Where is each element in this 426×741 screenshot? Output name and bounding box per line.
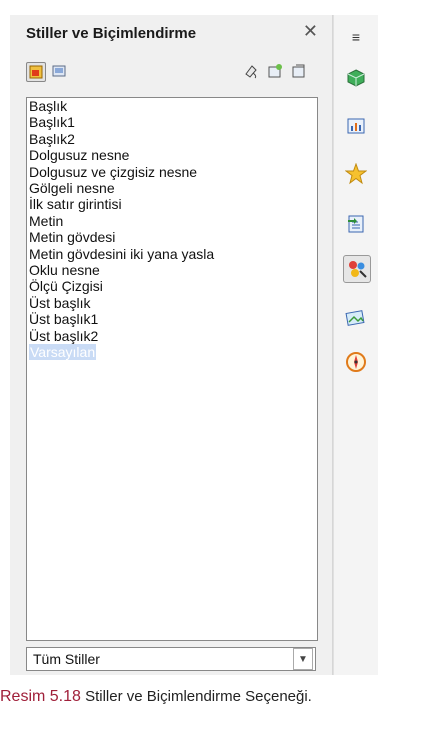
list-item[interactable]: Ölçü Çizgisi <box>27 278 317 294</box>
new-style-from-selection-icon[interactable] <box>266 62 284 80</box>
chevron-down-icon[interactable]: ▼ <box>293 648 313 670</box>
style-list[interactable]: Başlık Başlık1 Başlık2 Dolgusuz nesne Do… <box>26 97 318 641</box>
sidebar-menu-icon[interactable]: ≡ <box>348 29 364 45</box>
list-item[interactable]: Üst başlık2 <box>27 328 317 344</box>
panel-title: Stiller ve Biçimlendirme <box>26 25 197 42</box>
list-item[interactable]: Başlık <box>27 98 317 114</box>
list-item[interactable]: Dolgusuz nesne <box>27 147 317 163</box>
list-item[interactable]: Dolgusuz ve çizgisiz nesne <box>27 164 317 180</box>
list-item[interactable]: Başlık1 <box>27 114 317 130</box>
styles-and-formatting-icon[interactable] <box>343 255 371 283</box>
custom-animation-icon[interactable] <box>343 161 369 187</box>
list-item[interactable]: Üst başlık <box>27 295 317 311</box>
update-style-icon[interactable] <box>290 62 308 80</box>
navigator-icon[interactable] <box>343 349 369 375</box>
master-pages-icon[interactable] <box>343 211 369 237</box>
presentation-styles-icon[interactable] <box>50 62 68 80</box>
gallery-icon[interactable] <box>343 305 369 331</box>
list-item[interactable]: Başlık2 <box>27 131 317 147</box>
graphics-styles-icon[interactable] <box>26 62 46 82</box>
list-item[interactable]: Oklu nesne <box>27 262 317 278</box>
properties-icon[interactable] <box>343 65 369 91</box>
list-item-selected[interactable]: Varsayılan <box>27 344 317 361</box>
style-filter-value: Tüm Stiller <box>33 651 100 667</box>
list-item[interactable]: Gölgeli nesne <box>27 180 317 196</box>
figure-caption-text: Stiller ve Biçimlendirme Seçeneği. <box>85 688 312 705</box>
list-item[interactable]: Metin gövdesini iki yana yasla <box>27 246 317 262</box>
list-item[interactable]: Üst başlık1 <box>27 311 317 327</box>
figure-number: Resim 5.18 <box>0 688 81 705</box>
list-item[interactable]: İlk satır girintisi <box>27 196 317 212</box>
styles-and-formatting-panel: Stiller ve Biçimlendirme ✕ Başlık Başlık… <box>10 15 333 675</box>
list-item[interactable]: Metin gövdesi <box>27 229 317 245</box>
close-icon[interactable]: ✕ <box>303 21 318 42</box>
figure-caption: Resim 5.18 Stiller ve Biçimlendirme Seçe… <box>0 688 312 706</box>
style-filter-select[interactable]: Tüm Stiller ▼ <box>26 647 316 671</box>
list-item[interactable]: Metin <box>27 213 317 229</box>
sidebar-deck: ≡ <box>333 15 378 675</box>
fill-format-mode-icon[interactable] <box>242 62 260 80</box>
slide-transition-icon[interactable] <box>343 113 369 139</box>
